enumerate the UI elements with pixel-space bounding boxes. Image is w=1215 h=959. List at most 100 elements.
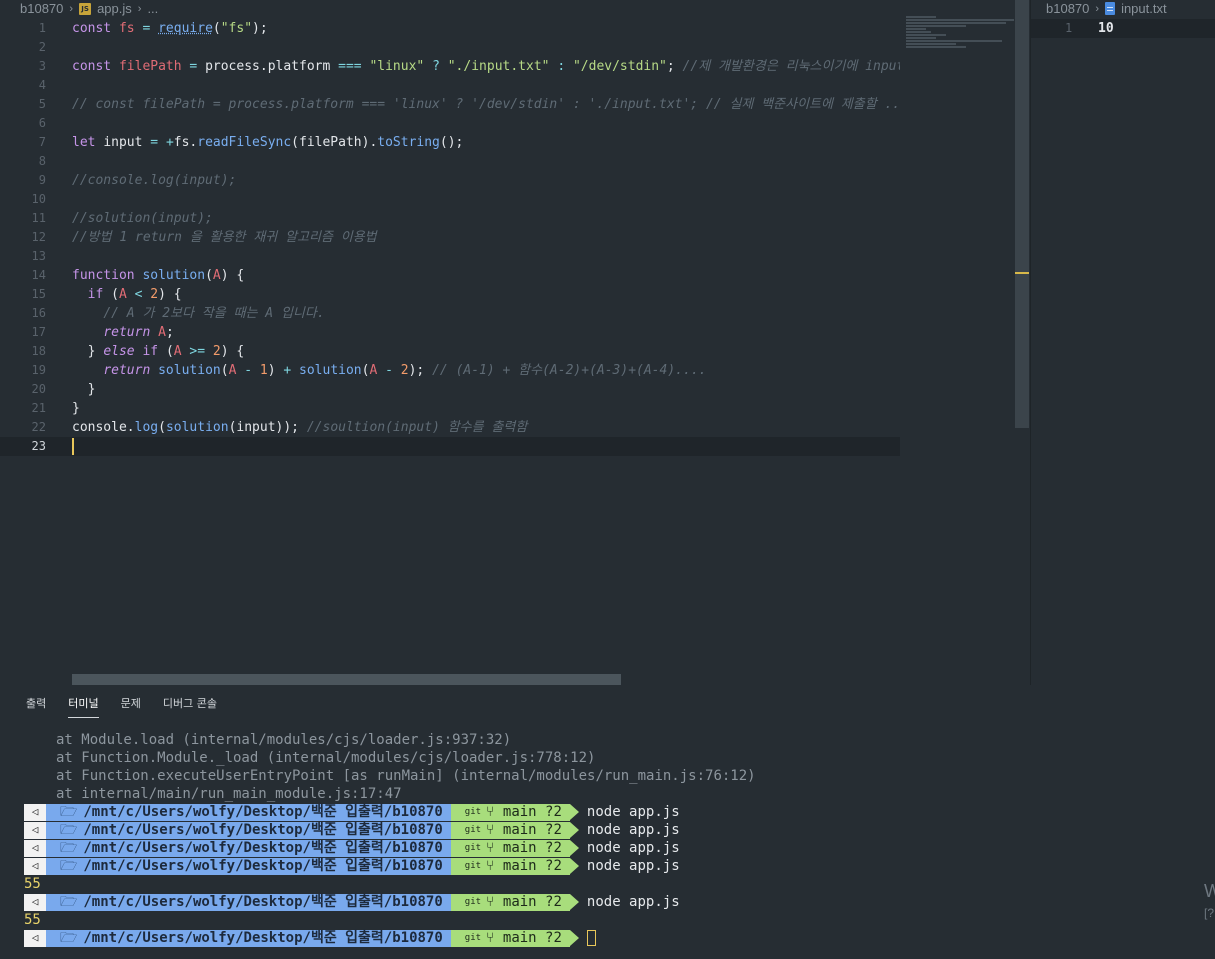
git-label: git bbox=[464, 843, 482, 853]
terminal-command: node app.js bbox=[586, 804, 680, 820]
terminal-output: 55 bbox=[24, 912, 41, 928]
token: //제 개발환경은 리눅스이기에 input bbox=[682, 59, 900, 74]
code-comment: //방법 1 return 을 활용한 재귀 알고리즘 이용법 bbox=[72, 230, 377, 245]
token: A bbox=[212, 268, 221, 283]
terminal-command: node app.js bbox=[586, 840, 680, 856]
code-comment: // A 가 2보다 작을 때는 A 입니다. bbox=[103, 306, 325, 321]
text-cursor bbox=[72, 438, 74, 455]
breadcrumb-folder[interactable]: b10870 bbox=[20, 1, 63, 16]
code-line: 6 bbox=[0, 114, 900, 133]
token: fs bbox=[173, 135, 190, 150]
code-line-active[interactable]: 1 10 bbox=[1031, 19, 1215, 38]
terminal-arrow-icon: ◁ bbox=[24, 857, 54, 875]
terminal-arrow-icon: ◁ bbox=[24, 839, 54, 857]
token: ( bbox=[165, 344, 174, 359]
tab-debug-console[interactable]: 디버그 콘솔 bbox=[163, 695, 217, 718]
editor-pane[interactable]: b10870 › JS app.js › ... 1 const fs = req… bbox=[0, 0, 1030, 685]
prompt-path-segment: 🗁 /mnt/c/Users/wolfy/Desktop/백준 입출력/b1087… bbox=[46, 893, 460, 911]
terminal-output: 55 bbox=[24, 876, 41, 892]
breadcrumb-file[interactable]: app.js bbox=[97, 1, 132, 16]
tab-problems[interactable]: 문제 bbox=[121, 695, 141, 718]
code-line: 13 bbox=[0, 247, 900, 266]
input-file-pane[interactable]: b10870 › input.txt 1 10 bbox=[1030, 0, 1215, 685]
line-number: 14 bbox=[31, 268, 46, 282]
terminal-prompt: ◁ 🗁 /mnt/c/Users/wolfy/Desktop/백준 입출력/b10… bbox=[24, 929, 756, 947]
prompt-path: /mnt/c/Users/wolfy/Desktop/백준 입출력/b10870 bbox=[83, 804, 443, 820]
tab-terminal[interactable]: 터미널 bbox=[68, 695, 99, 718]
token: A bbox=[173, 344, 182, 359]
branch-icon: ⑂ bbox=[486, 804, 503, 820]
code-line: 19 return solution(A - 1) + solution(A -… bbox=[0, 361, 900, 380]
terminal-arrow-icon: ◁ bbox=[24, 929, 54, 947]
line-number: 8 bbox=[38, 154, 46, 168]
breadcrumb-folder[interactable]: b10870 bbox=[1046, 1, 1089, 16]
token: } bbox=[72, 401, 80, 416]
token: >= bbox=[189, 344, 206, 359]
folder-icon: 🗁 bbox=[60, 858, 78, 874]
code-line: 10 bbox=[0, 190, 900, 209]
token: 1 bbox=[259, 363, 268, 378]
token: ( bbox=[220, 363, 229, 378]
branch-icon: ⑂ bbox=[486, 930, 503, 946]
token: = bbox=[150, 135, 159, 150]
prompt-path-segment: 🗁 /mnt/c/Users/wolfy/Desktop/백준 입출력/b1087… bbox=[46, 839, 460, 857]
token: === bbox=[338, 59, 362, 74]
token: 2 bbox=[212, 344, 221, 359]
tab-output[interactable]: 출력 bbox=[26, 695, 46, 718]
token: process.platform bbox=[205, 59, 331, 74]
token: 2 bbox=[400, 363, 409, 378]
prompt-git-segment: git ⑂ main ?2 bbox=[450, 857, 580, 875]
prompt-path: /mnt/c/Users/wolfy/Desktop/백준 입출력/b10870 bbox=[83, 822, 443, 838]
token: ; bbox=[165, 325, 174, 340]
line-number: 5 bbox=[38, 97, 46, 111]
code-line: 4 bbox=[0, 76, 900, 95]
code-line: 8 bbox=[0, 152, 900, 171]
code-area[interactable]: 1 const fs = require("fs"); 2 3 const file… bbox=[0, 19, 900, 456]
bottom-panel: 출력 터미널 문제 디버그 콘솔 at Module.load (interna… bbox=[0, 685, 1215, 959]
vertical-scrollbar[interactable] bbox=[1015, 0, 1029, 428]
branch-icon: ⑂ bbox=[486, 840, 503, 856]
line-number: 3 bbox=[38, 59, 46, 73]
token: "./input.txt" bbox=[447, 59, 550, 74]
breadcrumb-file[interactable]: input.txt bbox=[1121, 1, 1167, 16]
token: ) { bbox=[158, 287, 182, 302]
line-number: 2 bbox=[38, 40, 46, 54]
prompt-git-segment: git ⑂ main ?2 bbox=[450, 929, 580, 947]
token: + bbox=[165, 135, 174, 150]
token: ( bbox=[111, 287, 119, 302]
breadcrumb: b10870 › JS app.js › ... bbox=[20, 0, 158, 17]
git-label: git bbox=[464, 807, 482, 817]
token: ); bbox=[408, 363, 425, 378]
token: fs bbox=[118, 21, 135, 36]
line-number: 6 bbox=[38, 116, 46, 130]
line-number: 7 bbox=[38, 135, 46, 149]
line-number: 20 bbox=[31, 382, 46, 396]
git-label: git bbox=[464, 933, 482, 943]
token: log bbox=[134, 420, 159, 435]
code-line: 21} bbox=[0, 399, 900, 418]
prompt-git-segment: git ⑂ main ?2 bbox=[450, 893, 580, 911]
token: "/dev/stdin" bbox=[572, 59, 667, 74]
minimap[interactable] bbox=[906, 16, 1014, 68]
token: solution bbox=[142, 268, 206, 283]
token: } bbox=[87, 382, 96, 397]
terminal-cursor[interactable] bbox=[586, 930, 596, 946]
token: else bbox=[103, 344, 135, 359]
git-label: git bbox=[464, 897, 482, 907]
token: const bbox=[72, 59, 112, 74]
token: filePath bbox=[118, 59, 182, 74]
branch-icon: ⑂ bbox=[486, 894, 503, 910]
token: . bbox=[126, 420, 135, 435]
token: ) bbox=[267, 363, 276, 378]
terminal-prompt: ◁ 🗁 /mnt/c/Users/wolfy/Desktop/백준 입출력/b10… bbox=[24, 803, 756, 821]
horizontal-scrollbar[interactable] bbox=[72, 674, 621, 685]
breadcrumb-more[interactable]: ... bbox=[147, 1, 158, 16]
code-comment: // const filePath = process.platform ===… bbox=[72, 97, 900, 112]
edge-text-line: [? bbox=[1204, 906, 1215, 920]
token: < bbox=[134, 287, 143, 302]
terminal[interactable]: at Module.load (internal/modules/cjs/loa… bbox=[24, 731, 756, 947]
prompt-path-segment: 🗁 /mnt/c/Users/wolfy/Desktop/백준 입출력/b1087… bbox=[46, 803, 460, 821]
terminal-prompt: ◁ 🗁 /mnt/c/Users/wolfy/Desktop/백준 입출력/b10… bbox=[24, 857, 756, 875]
terminal-arrow-icon: ◁ bbox=[24, 821, 54, 839]
line-number: 18 bbox=[31, 344, 46, 358]
